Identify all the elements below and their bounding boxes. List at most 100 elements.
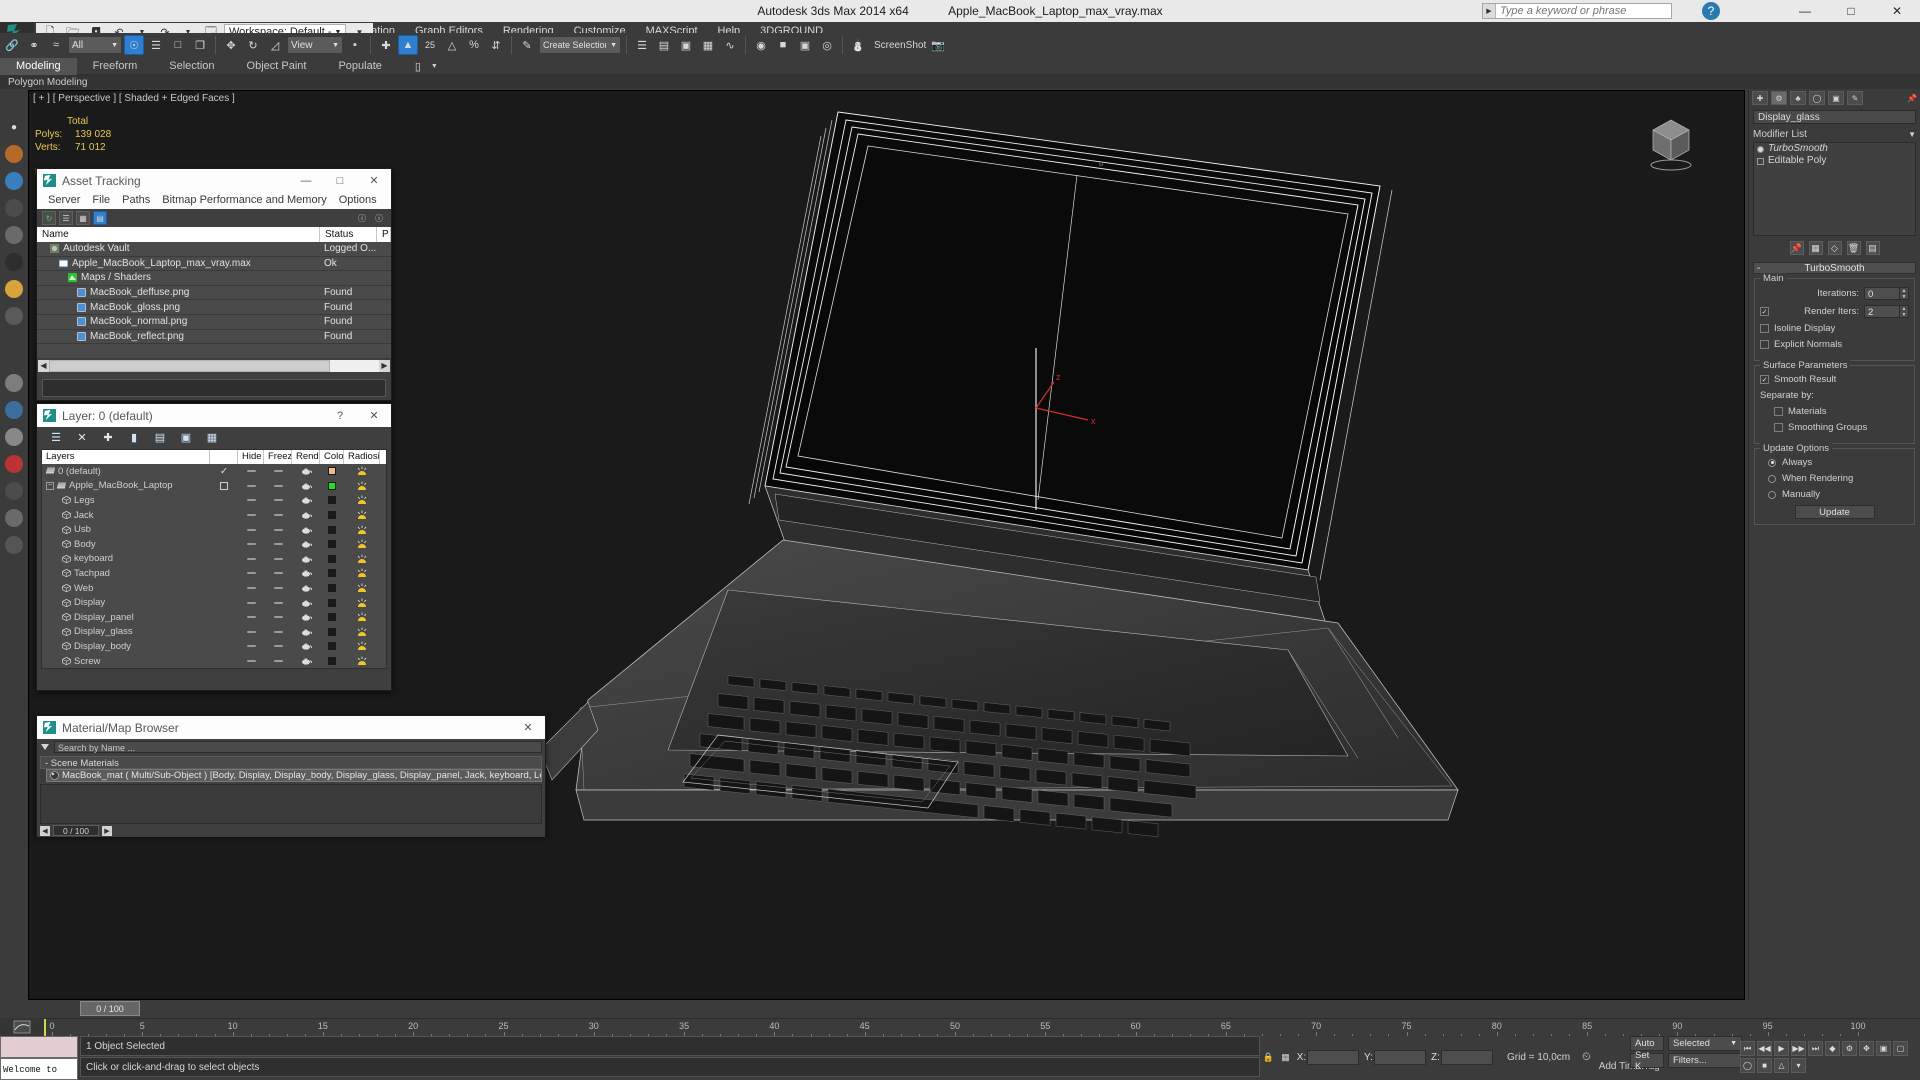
panel-pin-icon[interactable]: 📌 xyxy=(1904,91,1920,105)
left-tool-icon-3[interactable] xyxy=(5,172,23,190)
maximize-viewport-icon[interactable]: ■ xyxy=(1757,1058,1772,1073)
table-row[interactable]: MacBook_reflect.png Found xyxy=(37,330,391,345)
toggle-dash-icon[interactable] xyxy=(246,572,256,575)
smoothing-groups-checkbox[interactable] xyxy=(1774,423,1783,432)
hide-cell[interactable] xyxy=(238,543,264,546)
snaps-toggle-icon[interactable]: ▲ xyxy=(398,35,418,55)
left-tool-icon-4[interactable] xyxy=(5,199,23,217)
render-cell[interactable] xyxy=(292,584,320,592)
layer-row[interactable]: Display_glass xyxy=(42,625,386,640)
layer-row[interactable]: Tachpad xyxy=(42,566,386,581)
percent-snap-icon[interactable]: % xyxy=(464,35,484,55)
freeze-cell[interactable] xyxy=(264,630,292,633)
matbrowser-prev-icon[interactable]: ◀ xyxy=(40,825,50,836)
ribbon-display-icon[interactable]: ▯ xyxy=(408,56,428,76)
toggle-dash-icon[interactable] xyxy=(246,484,256,487)
pan-view-icon[interactable]: ✥ xyxy=(1859,1041,1874,1056)
layer-row[interactable]: Display_panel xyxy=(42,610,386,625)
column-name[interactable]: Name xyxy=(37,227,320,242)
orbit-icon[interactable]: ◯ xyxy=(1740,1058,1755,1073)
table-row[interactable]: Autodesk Vault Logged O... xyxy=(37,242,391,257)
tab-create[interactable]: ✚ xyxy=(1752,91,1768,105)
toggle-dash-icon[interactable] xyxy=(246,528,256,531)
toggle-dash-icon[interactable] xyxy=(246,630,256,633)
toggle-dash-icon[interactable] xyxy=(246,660,256,663)
reference-coordinate-combo[interactable]: View ▼ xyxy=(287,36,343,54)
tab-object-paint[interactable]: Object Paint xyxy=(231,58,323,75)
color-cell[interactable] xyxy=(320,467,344,476)
smoothing-groups-row[interactable]: Smoothing Groups xyxy=(1760,422,1909,433)
layer-dialog[interactable]: Layer: 0 (default) ? ✕ ☰ ✕ ✚ ▮ ▤ ▣ ▦ Lay… xyxy=(36,403,392,691)
filters-button[interactable]: Filters... xyxy=(1668,1053,1742,1068)
isoline-checkbox[interactable] xyxy=(1760,324,1769,333)
track-bar-ruler[interactable]: 0 5 10 15 20 25 30 35 40 45 50 55 60 65 70 75 80 85 90 95 10… xyxy=(44,1018,1920,1037)
named-selection-set-combo[interactable]: Create Selection Set ▼ xyxy=(539,36,621,54)
modifier-stack[interactable]: TurboSmooth Editable Poly xyxy=(1753,142,1916,236)
use-pivot-center-icon[interactable]: ▪ xyxy=(345,35,365,55)
render-production-icon[interactable]: ◎ xyxy=(817,35,837,55)
modifier-list-chevron-down-icon[interactable]: ▼ xyxy=(1908,130,1916,139)
select-move-icon[interactable]: ✥ xyxy=(221,35,241,55)
configure-modifier-sets-icon[interactable]: ▤ xyxy=(1865,241,1880,255)
left-tool-icon-5[interactable] xyxy=(5,226,23,244)
render-iters-spinner-icon[interactable]: ▲ ▼ xyxy=(1900,305,1909,318)
layer-manager-icon[interactable]: ▣ xyxy=(676,35,696,55)
tab-motion[interactable]: ◯ xyxy=(1809,91,1825,105)
chevron-down-icon[interactable]: ▼ xyxy=(610,42,617,49)
align-icon[interactable]: ▤ xyxy=(654,35,674,55)
radiosity-cell[interactable] xyxy=(344,495,380,505)
toggle-dash-icon[interactable] xyxy=(246,543,256,546)
layer-col-current[interactable] xyxy=(210,450,238,464)
teapot-icon[interactable]: ⛄ xyxy=(848,35,868,55)
radiosity-cell[interactable] xyxy=(344,539,380,549)
y-value[interactable] xyxy=(1374,1049,1426,1065)
freeze-cell[interactable] xyxy=(264,601,292,604)
color-cell[interactable] xyxy=(320,481,344,490)
search-dropdown-icon[interactable]: ▶ xyxy=(1483,4,1496,18)
left-tool-icon-11[interactable] xyxy=(5,428,23,446)
edit-named-selection-icon[interactable]: ✎ xyxy=(517,35,537,55)
toggle-dash-icon[interactable] xyxy=(246,470,256,473)
render-cell[interactable] xyxy=(292,540,320,548)
layer-row[interactable]: Jack xyxy=(42,508,386,523)
toggle-dash-icon[interactable] xyxy=(273,616,283,619)
table-row[interactable]: Maps / Shaders xyxy=(37,271,391,286)
hide-cell[interactable] xyxy=(238,660,264,663)
layer-dialog-help[interactable]: ? xyxy=(323,404,357,427)
modifier-stack-item-1[interactable]: Editable Poly xyxy=(1754,155,1915,167)
tab-hierarchy[interactable]: ♣ xyxy=(1790,91,1806,105)
toggle-dash-icon[interactable] xyxy=(246,557,256,560)
layer-row[interactable]: Screw xyxy=(42,654,386,669)
time-slider-handle[interactable]: 0 / 100 xyxy=(80,1001,140,1016)
hide-cell[interactable] xyxy=(238,572,264,575)
left-tool-icon-6[interactable] xyxy=(5,253,23,271)
go-to-start-icon[interactable]: ⏮ xyxy=(1740,1041,1755,1056)
freeze-cell[interactable] xyxy=(264,616,292,619)
toggle-dash-icon[interactable] xyxy=(273,543,283,546)
always-radio[interactable] xyxy=(1768,458,1776,467)
freeze-cell[interactable] xyxy=(264,660,292,663)
left-tool-icon-7[interactable] xyxy=(5,280,23,298)
asset-tracking-maximize[interactable]: □ xyxy=(323,169,357,192)
maxscript-mini-listener[interactable]: Welcome to xyxy=(0,1036,78,1080)
tab-freeform[interactable]: Freeform xyxy=(77,58,154,75)
y-coord-field[interactable]: Y: xyxy=(1363,1049,1426,1065)
layer-row[interactable]: Display xyxy=(42,595,386,610)
left-tool-icon-13[interactable] xyxy=(5,482,23,500)
render-cell[interactable] xyxy=(292,555,320,563)
select-by-name-icon[interactable]: ☰ xyxy=(146,35,166,55)
table-row[interactable]: MacBook_normal.png Found xyxy=(37,315,391,330)
render-setup-icon[interactable]: ■ xyxy=(773,35,793,55)
delete-layer-icon[interactable]: ✕ xyxy=(75,430,89,444)
select-rotate-icon[interactable]: ↻ xyxy=(243,35,263,55)
scroll-thumb[interactable] xyxy=(49,359,330,372)
ribbon-chevron-down-icon[interactable]: ▼ xyxy=(431,63,438,70)
layer-row[interactable]: Display_body xyxy=(42,639,386,654)
x-coord-field[interactable]: X: xyxy=(1296,1049,1359,1065)
show-end-result-icon[interactable]: ▦ xyxy=(1808,241,1823,255)
matbrowser-search-input[interactable]: Search by Name ... xyxy=(54,740,542,753)
current-layer-cell[interactable] xyxy=(210,481,238,490)
render-iters-value[interactable]: 2 xyxy=(1864,305,1900,318)
layer-properties-icon[interactable]: ▦ xyxy=(205,430,219,444)
select-and-manipulate-icon[interactable]: ✚ xyxy=(376,35,396,55)
